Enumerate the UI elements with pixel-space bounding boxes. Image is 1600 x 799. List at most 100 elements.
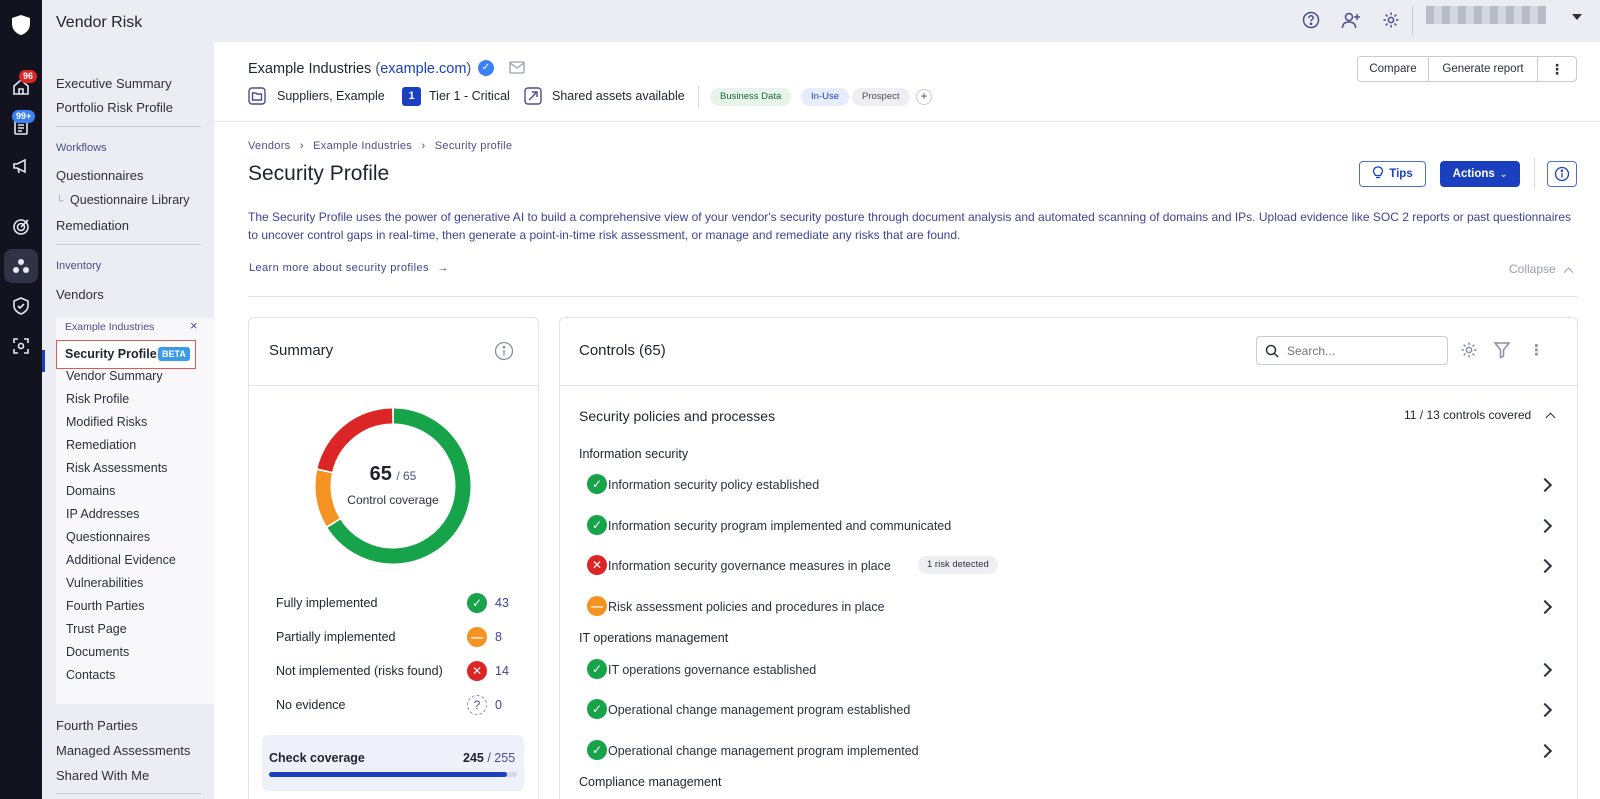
- generate-report-button[interactable]: Generate report: [1428, 56, 1538, 82]
- controls-divider: [559, 385, 1578, 386]
- sidebar-item-documents[interactable]: Documents: [66, 645, 129, 659]
- chevron-down-icon[interactable]: [1572, 14, 1582, 20]
- control-label[interactable]: Risk assessment policies and procedures …: [608, 600, 885, 614]
- control-group-title[interactable]: Security policies and processes: [579, 408, 775, 424]
- more-options-icon[interactable]: ⋮: [1537, 56, 1577, 82]
- label-chip[interactable]: In-Use: [801, 88, 849, 106]
- control-section-heading: Information security: [579, 447, 689, 461]
- summary-row-label: Not implemented (risks found): [276, 664, 443, 678]
- scan-icon[interactable]: [10, 335, 32, 357]
- sidebar-item-contacts[interactable]: Contacts: [66, 668, 115, 682]
- more-options-icon[interactable]: ⋮: [1529, 341, 1544, 359]
- sidebar-item-questionnaires-vendor[interactable]: Questionnaires: [66, 530, 150, 544]
- control-label[interactable]: Operational change management program es…: [608, 703, 910, 717]
- label-chip[interactable]: Prospect: [852, 88, 910, 106]
- summary-divider: [248, 385, 539, 386]
- sidebar-item-portfolio-risk-profile[interactable]: Portfolio Risk Profile: [56, 100, 173, 115]
- sidebar-item-security-profile[interactable]: Security Profile BETA: [56, 340, 196, 369]
- header-divider: [698, 86, 699, 108]
- logo-shield-icon[interactable]: [11, 14, 31, 36]
- summary-row-value[interactable]: 14: [495, 664, 509, 678]
- sidebar-item-risk-profile[interactable]: Risk Profile: [66, 392, 129, 406]
- vendor-domain-link[interactable]: example.com: [380, 61, 466, 77]
- vendor-portfolio[interactable]: Suppliers, Example: [277, 89, 385, 103]
- gear-icon[interactable]: [1380, 9, 1402, 31]
- vendors-icon[interactable]: [4, 249, 38, 283]
- summary-row-value[interactable]: 0: [495, 698, 502, 712]
- sidebar-item-vulnerabilities[interactable]: Vulnerabilities: [66, 576, 143, 590]
- folder-icon: [248, 87, 266, 110]
- sidebar-item-domains[interactable]: Domains: [66, 484, 115, 498]
- tier-badge: 1: [402, 87, 421, 106]
- envelope-icon[interactable]: [509, 60, 527, 80]
- header-separator: [214, 121, 1600, 122]
- sidebar-item-managed-assessments[interactable]: Managed Assessments: [56, 743, 190, 758]
- sidebar-item-vendor-summary[interactable]: Vendor Summary: [66, 369, 163, 383]
- label-chip[interactable]: Business Data: [710, 88, 792, 106]
- close-icon[interactable]: ×: [190, 318, 198, 333]
- compare-button[interactable]: Compare: [1357, 56, 1429, 82]
- coverage-total: / 65: [396, 469, 417, 483]
- add-user-icon[interactable]: [1340, 9, 1362, 31]
- shared-assets-link[interactable]: Shared assets available: [552, 89, 685, 103]
- controls-panel: [559, 317, 1578, 799]
- megaphone-icon[interactable]: [10, 155, 32, 177]
- add-label-icon[interactable]: +: [916, 89, 932, 105]
- summary-row-value[interactable]: 8: [495, 630, 502, 644]
- home-notification-badge: 96: [19, 70, 38, 83]
- sidebar-item-modified-risks[interactable]: Modified Risks: [66, 415, 147, 429]
- summary-row-value[interactable]: 43: [495, 596, 509, 610]
- sidebar-item-additional-evidence[interactable]: Additional Evidence: [66, 553, 176, 567]
- control-label[interactable]: IT operations governance established: [608, 663, 816, 677]
- sidebar-item-questionnaire-library[interactable]: └ Questionnaire Library: [56, 193, 190, 207]
- check-icon: ✓: [587, 515, 607, 535]
- tips-button[interactable]: Tips: [1359, 161, 1426, 187]
- user-account-redacted[interactable]: [1426, 6, 1546, 24]
- sidebar-item-risk-assessments[interactable]: Risk Assessments: [66, 461, 167, 475]
- sidebar-divider: [56, 244, 201, 245]
- search-box[interactable]: [1256, 336, 1448, 365]
- learn-more-link[interactable]: Learn more about security profiles →: [249, 262, 449, 274]
- sidebar-item-fourth-parties[interactable]: Fourth Parties: [56, 718, 138, 733]
- gear-icon[interactable]: [1460, 341, 1478, 364]
- info-button[interactable]: [1547, 161, 1577, 187]
- sidebar-item-remediation-vendor[interactable]: Remediation: [66, 438, 136, 452]
- filter-icon[interactable]: [1493, 341, 1511, 364]
- collapse-toggle[interactable]: Collapse: [1509, 262, 1574, 278]
- chevron-down-icon: ⌄: [1499, 168, 1508, 179]
- sidebar-item-shared-with-me[interactable]: Shared With Me: [56, 768, 149, 783]
- breadcrumb-vendors[interactable]: Vendors: [248, 140, 290, 152]
- summary-row-label: No evidence: [276, 698, 346, 712]
- actions-button[interactable]: Actions ⌄: [1440, 161, 1520, 187]
- control-label[interactable]: Operational change management program im…: [608, 744, 919, 758]
- sidebar-item-label: Security Profile: [65, 347, 157, 361]
- info-icon[interactable]: [494, 341, 514, 366]
- sidebar-item-questionnaires[interactable]: Questionnaires: [56, 168, 143, 183]
- sidebar-item-fourth-parties-vendor[interactable]: Fourth Parties: [66, 599, 145, 613]
- section-divider: [248, 296, 1578, 297]
- search-input[interactable]: [1287, 341, 1437, 361]
- vendor-tier[interactable]: Tier 1 - Critical: [429, 89, 510, 103]
- partial-icon: —: [587, 596, 607, 616]
- help-icon[interactable]: [1300, 9, 1322, 31]
- top-bar: [214, 0, 1600, 42]
- shield-check-icon[interactable]: [10, 295, 32, 317]
- control-label[interactable]: Information security policy established: [608, 478, 819, 492]
- control-label[interactable]: Information security program implemented…: [608, 519, 951, 533]
- icon-rail: 96 99+: [0, 0, 42, 799]
- sidebar-item-ip-addresses[interactable]: IP Addresses: [66, 507, 139, 521]
- sidebar-item-vendors[interactable]: Vendors: [56, 287, 104, 302]
- check-icon: ✓: [587, 659, 607, 679]
- chevron-right-icon: ›: [299, 140, 304, 152]
- breadcrumb-vendor[interactable]: Example Industries: [313, 140, 412, 152]
- search-icon: [1265, 344, 1279, 358]
- control-label[interactable]: Information security governance measures…: [608, 559, 891, 573]
- sidebar-item-remediation[interactable]: Remediation: [56, 218, 129, 233]
- breadcrumb: Vendors › Example Industries › Security …: [248, 140, 512, 152]
- sidebar-item-executive-summary[interactable]: Executive Summary: [56, 76, 172, 91]
- x-icon: ✕: [467, 661, 487, 681]
- coverage-label: Control coverage: [347, 493, 439, 507]
- target-icon[interactable]: [10, 216, 32, 238]
- sidebar-item-trust-page[interactable]: Trust Page: [66, 622, 127, 636]
- collapse-label: Collapse: [1509, 262, 1556, 276]
